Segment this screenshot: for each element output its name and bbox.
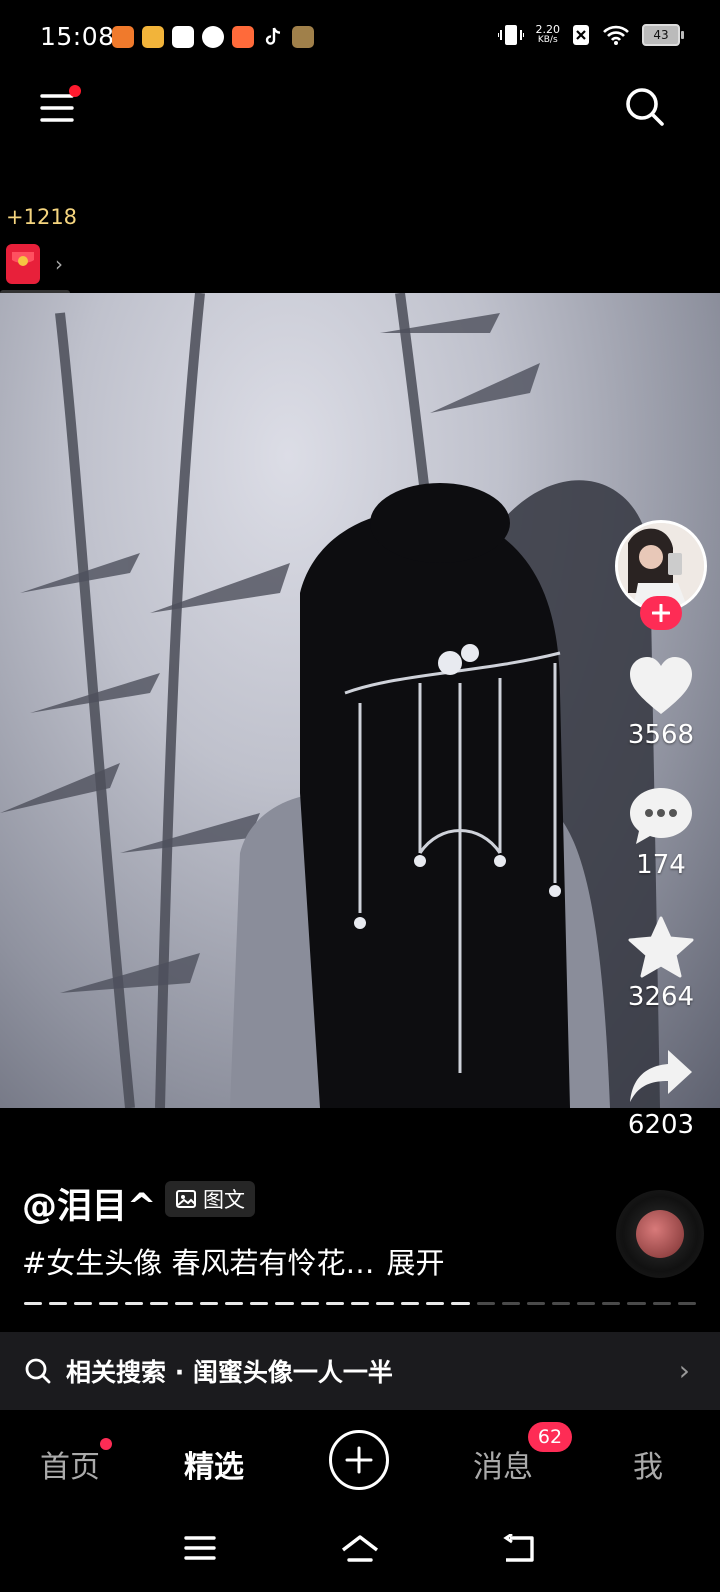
progress-segment [149, 1302, 168, 1305]
app-notification-icon [232, 26, 254, 48]
follow-button[interactable] [640, 596, 682, 630]
related-search-label: 相关搜索 · 闺蜜头像一人一半 [66, 1358, 393, 1387]
progress-segment [426, 1302, 445, 1305]
create-post-button[interactable] [329, 1430, 389, 1490]
progress-segment [250, 1302, 269, 1305]
search-icon [626, 88, 664, 126]
messages-badge: 62 [528, 1422, 572, 1452]
net-speed-value: 2.20 [535, 23, 561, 36]
app-notification-icon [172, 26, 194, 48]
coin-count: +1218 [6, 205, 78, 229]
progress-segment [451, 1302, 470, 1305]
author-username[interactable]: @泪目^ [22, 1178, 156, 1229]
share-count: 6203 [627, 1110, 695, 1140]
post-type-label: 图文 [203, 1188, 245, 1212]
image-text-icon [176, 1190, 196, 1208]
progress-segment [551, 1302, 571, 1305]
battery-indicator: 43 [642, 24, 684, 46]
progress-segment [627, 1302, 646, 1305]
post-image[interactable] [0, 293, 720, 1108]
search-icon [25, 1358, 51, 1384]
status-time: 15:08 [40, 22, 115, 51]
search-button[interactable] [624, 86, 666, 128]
progress-segment [99, 1302, 118, 1305]
progress-segment [401, 1302, 420, 1305]
red-packet-chevron-icon[interactable]: › [55, 252, 63, 276]
notification-icons [112, 26, 314, 48]
chevron-right-icon: › [678, 1354, 690, 1387]
home-icon[interactable] [340, 1534, 380, 1564]
net-speed: 2.20 KB/s [536, 24, 561, 46]
menu-notification-dot [69, 85, 81, 97]
sim-x-icon [573, 25, 589, 45]
progress-segment [526, 1302, 545, 1305]
tab-me[interactable]: 我 [633, 1442, 663, 1486]
comment-icon [630, 788, 692, 844]
post-caption[interactable]: #女生头像 春风若有怜花… 展开 [22, 1240, 445, 1282]
comment-button[interactable]: 174 [616, 786, 706, 880]
back-icon[interactable] [502, 1534, 536, 1564]
share-button[interactable]: 6203 [616, 1046, 706, 1140]
progress-segment [501, 1302, 520, 1305]
progress-segment [174, 1302, 193, 1305]
tiktok-notification-icon [262, 26, 284, 48]
red-packet-button[interactable] [6, 244, 40, 284]
system-nav-bar [0, 1510, 720, 1592]
expand-link[interactable]: 展开 [387, 1246, 445, 1280]
recent-apps-icon[interactable] [184, 1534, 216, 1562]
red-packet-icon [12, 252, 34, 266]
net-speed-unit: KB/s [537, 35, 558, 45]
wifi-icon [603, 25, 629, 45]
screen: 15:08 2.20 KB/s 43 +1218 › 3568 174 3264… [0, 0, 720, 1592]
music-cover [636, 1210, 684, 1258]
star-icon [628, 916, 694, 978]
like-count: 3568 [627, 720, 695, 750]
comment-count: 174 [636, 850, 686, 880]
app-notification-icon [142, 26, 164, 48]
progress-segment [300, 1302, 319, 1305]
post-type-badge: 图文 [165, 1181, 255, 1217]
caption-text: #女生头像 春风若有怜花… [22, 1246, 375, 1280]
post-image-illustration [0, 293, 660, 1108]
image-progress-indicator [24, 1302, 696, 1305]
app-notification-icon [202, 26, 224, 48]
home-notification-dot [100, 1438, 112, 1450]
app-notification-icon [112, 26, 134, 48]
progress-segment [275, 1302, 294, 1305]
tab-featured[interactable]: 精选 [184, 1442, 244, 1486]
plus-icon [652, 604, 670, 622]
app-notification-icon [292, 26, 314, 48]
progress-segment [577, 1302, 596, 1305]
progress-segment [652, 1302, 671, 1305]
progress-segment [124, 1302, 143, 1305]
favorite-button[interactable]: 3264 [616, 916, 706, 1012]
progress-segment [375, 1302, 395, 1305]
progress-segment [602, 1302, 621, 1305]
status-right: 2.20 KB/s 43 [497, 24, 684, 46]
music-disc-button[interactable] [616, 1190, 704, 1278]
share-arrow-icon [630, 1050, 692, 1102]
progress-segment [225, 1302, 244, 1305]
progress-segment [325, 1302, 344, 1305]
progress-segment [199, 1302, 219, 1305]
plus-icon [345, 1446, 373, 1474]
tab-messages[interactable]: 消息 [473, 1442, 533, 1486]
progress-segment [74, 1302, 93, 1305]
progress-segment [350, 1302, 369, 1305]
progress-segment [24, 1302, 43, 1305]
bottom-tab-bar: 首页 精选 消息 62 我 [0, 1410, 720, 1510]
progress-segment [49, 1302, 68, 1305]
status-bar: 15:08 2.20 KB/s 43 [0, 0, 720, 78]
progress-segment [476, 1302, 495, 1305]
favorite-count: 3264 [627, 982, 695, 1012]
vibrate-icon [497, 25, 524, 45]
progress-segment [677, 1302, 696, 1305]
like-button[interactable]: 3568 [616, 656, 706, 750]
related-search-bar[interactable]: 相关搜索 · 闺蜜头像一人一半 › [0, 1332, 720, 1410]
heart-icon [630, 657, 692, 714]
tab-home[interactable]: 首页 [40, 1442, 100, 1486]
